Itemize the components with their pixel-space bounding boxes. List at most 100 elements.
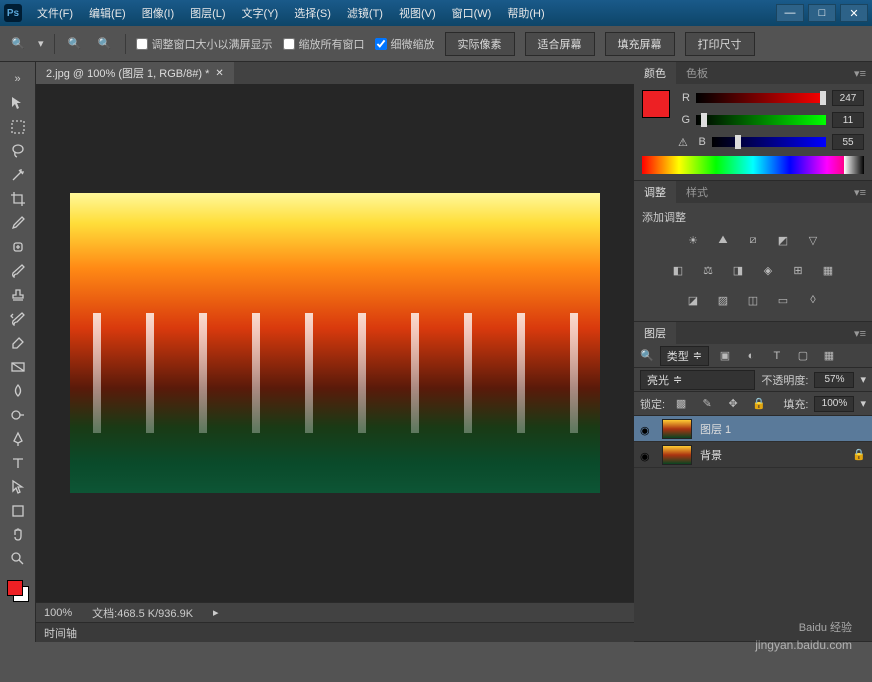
posterize-icon[interactable]: ▨: [713, 291, 733, 309]
tab-layers[interactable]: 图层: [634, 322, 676, 344]
blend-mode-dropdown[interactable]: 亮光 ≑: [640, 370, 755, 390]
layer-name[interactable]: 背景: [700, 447, 722, 463]
visibility-icon[interactable]: ◉: [640, 424, 654, 434]
collapse-tools-icon[interactable]: »: [6, 68, 30, 90]
gradient-tool[interactable]: [6, 356, 30, 378]
tab-adjustments[interactable]: 调整: [634, 181, 676, 203]
r-slider[interactable]: [696, 93, 826, 103]
eraser-tool[interactable]: [6, 332, 30, 354]
filter-kind-dropdown[interactable]: 类型 ≑: [660, 346, 709, 366]
hand-tool[interactable]: [6, 524, 30, 546]
menu-help[interactable]: 帮助(H): [500, 2, 551, 24]
zoom-tool[interactable]: [6, 548, 30, 570]
fill-field[interactable]: [814, 396, 854, 412]
panel-menu-icon[interactable]: ▾≡: [848, 327, 872, 340]
close-button[interactable]: ✕: [840, 4, 868, 22]
color-preview[interactable]: [642, 90, 670, 118]
vibrance-icon[interactable]: ▽: [803, 231, 823, 249]
menu-view[interactable]: 视图(V): [392, 2, 443, 24]
menu-filter[interactable]: 滤镜(T): [340, 2, 390, 24]
fill-screen-button[interactable]: 填充屏幕: [605, 32, 675, 56]
tab-swatches[interactable]: 色板: [676, 62, 718, 84]
menu-select[interactable]: 选择(S): [287, 2, 338, 24]
foreground-color-swatch[interactable]: [7, 580, 23, 596]
shape-tool[interactable]: [6, 500, 30, 522]
filter-type-icon[interactable]: T: [767, 347, 787, 365]
panel-menu-icon[interactable]: ▾≡: [848, 186, 872, 199]
gradient-map-icon[interactable]: ▭: [773, 291, 793, 309]
lock-transparency-icon[interactable]: ▩: [671, 395, 691, 413]
maximize-button[interactable]: □: [808, 4, 836, 22]
print-size-button[interactable]: 打印尺寸: [685, 32, 755, 56]
menu-window[interactable]: 窗口(W): [445, 2, 499, 24]
eyedropper-tool[interactable]: [6, 212, 30, 234]
menu-layer[interactable]: 图层(L): [183, 2, 232, 24]
brightness-icon[interactable]: ☀: [683, 231, 703, 249]
lock-all-icon[interactable]: 🔒: [749, 395, 769, 413]
fine-zoom-checkbox[interactable]: 细微缩放: [375, 36, 435, 52]
filter-shape-icon[interactable]: ▢: [793, 347, 813, 365]
chevron-down-icon[interactable]: ▾: [860, 397, 866, 410]
lock-position-icon[interactable]: ✥: [723, 395, 743, 413]
balance-icon[interactable]: ⚖: [698, 261, 718, 279]
status-arrow-icon[interactable]: ▸: [213, 606, 219, 619]
g-slider[interactable]: [696, 115, 826, 125]
history-brush-tool[interactable]: [6, 308, 30, 330]
menu-edit[interactable]: 编辑(E): [82, 2, 133, 24]
lasso-tool[interactable]: [6, 140, 30, 162]
tab-close-icon[interactable]: ✕: [215, 68, 223, 79]
bw-icon[interactable]: ◨: [728, 261, 748, 279]
layer-thumbnail[interactable]: [662, 445, 692, 465]
invert-icon[interactable]: ◪: [683, 291, 703, 309]
dropdown-arrow-icon[interactable]: ▾: [38, 37, 44, 50]
crop-tool[interactable]: [6, 188, 30, 210]
color-swatches[interactable]: [7, 580, 29, 602]
path-select-tool[interactable]: [6, 476, 30, 498]
lock-pixels-icon[interactable]: ✎: [697, 395, 717, 413]
chevron-down-icon[interactable]: ▾: [860, 373, 866, 386]
filter-adjust-icon[interactable]: ◐: [741, 347, 761, 365]
threshold-icon[interactable]: ◫: [743, 291, 763, 309]
menu-image[interactable]: 图像(I): [135, 2, 181, 24]
opacity-field[interactable]: [814, 372, 854, 388]
layer-name[interactable]: 图层 1: [700, 421, 731, 437]
exposure-icon[interactable]: ◩: [773, 231, 793, 249]
resize-fit-checkbox[interactable]: 调整窗口大小以满屏显示: [136, 36, 273, 52]
levels-icon[interactable]: ⛰: [713, 231, 733, 249]
brush-tool[interactable]: [6, 260, 30, 282]
gamut-warning-icon[interactable]: ⚠: [678, 136, 688, 149]
dodge-tool[interactable]: [6, 404, 30, 426]
type-tool[interactable]: [6, 452, 30, 474]
visibility-icon[interactable]: ◉: [640, 450, 654, 460]
actual-pixels-button[interactable]: 实际像素: [445, 32, 515, 56]
tab-styles[interactable]: 样式: [676, 181, 718, 203]
lookup-icon[interactable]: ▦: [818, 261, 838, 279]
filter-smart-icon[interactable]: ▦: [819, 347, 839, 365]
tab-color[interactable]: 颜色: [634, 62, 676, 84]
menu-type[interactable]: 文字(Y): [235, 2, 286, 24]
layer-item[interactable]: ◉ 背景 🔒: [634, 442, 872, 468]
filter-image-icon[interactable]: ▣: [715, 347, 735, 365]
stamp-tool[interactable]: [6, 284, 30, 306]
filter-kind-icon[interactable]: 🔍: [640, 349, 654, 362]
zoom-out-icon[interactable]: 🔍: [95, 34, 115, 54]
zoom-in-icon[interactable]: 🔍: [65, 34, 85, 54]
document-tab[interactable]: 2.jpg @ 100% (图层 1, RGB/8#) * ✕: [36, 62, 234, 84]
zoom-all-checkbox[interactable]: 缩放所有窗口: [283, 36, 365, 52]
minimize-button[interactable]: —: [776, 4, 804, 22]
g-value[interactable]: [832, 112, 864, 128]
pen-tool[interactable]: [6, 428, 30, 450]
blur-tool[interactable]: [6, 380, 30, 402]
b-value[interactable]: [832, 134, 864, 150]
photo-filter-icon[interactable]: ◈: [758, 261, 778, 279]
timeline-panel[interactable]: 时间轴: [36, 622, 634, 642]
layer-thumbnail[interactable]: [662, 419, 692, 439]
move-tool[interactable]: [6, 92, 30, 114]
mixer-icon[interactable]: ⊞: [788, 261, 808, 279]
menu-file[interactable]: 文件(F): [30, 2, 80, 24]
selective-icon[interactable]: ◊: [803, 291, 823, 309]
layer-item[interactable]: ◉ 图层 1: [634, 416, 872, 442]
magic-wand-tool[interactable]: [6, 164, 30, 186]
b-slider[interactable]: [712, 137, 826, 147]
color-spectrum[interactable]: [642, 156, 864, 174]
